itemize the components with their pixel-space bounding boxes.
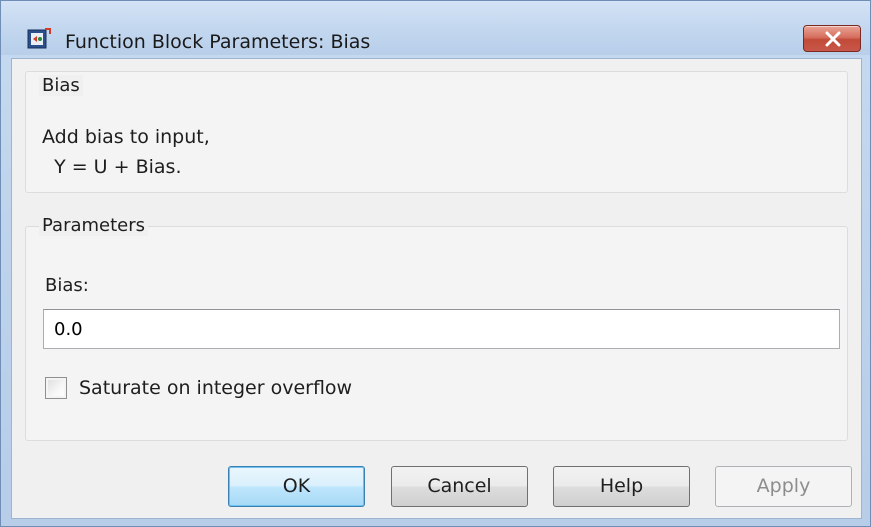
close-button[interactable] — [803, 25, 861, 52]
bias-field-label: Bias: — [45, 275, 89, 296]
description-line-1: Add bias to input, — [42, 126, 210, 148]
bias-input[interactable] — [43, 309, 840, 349]
title-bar[interactable]: Function Block Parameters: Bias — [1, 1, 870, 55]
help-button[interactable]: Help — [553, 466, 690, 507]
cancel-button[interactable]: Cancel — [391, 466, 528, 507]
dialog-client-area: Bias Add bias to input, Y = U + Bias. Pa… — [11, 58, 862, 519]
ok-button[interactable]: OK — [228, 466, 365, 507]
parameters-group-title: Parameters — [39, 215, 149, 236]
description-line-2: Y = U + Bias. — [42, 156, 182, 178]
apply-button[interactable]: Apply — [715, 466, 852, 507]
window-title: Function Block Parameters: Bias — [65, 31, 371, 53]
saturate-checkbox[interactable] — [45, 377, 67, 399]
saturate-checkbox-label[interactable]: Saturate on integer overflow — [79, 377, 352, 399]
description-group-title: Bias — [39, 75, 83, 96]
dialog-window: Function Block Parameters: Bias Bias Add… — [0, 0, 871, 527]
simulink-block-icon — [27, 27, 51, 51]
close-icon — [825, 31, 841, 47]
